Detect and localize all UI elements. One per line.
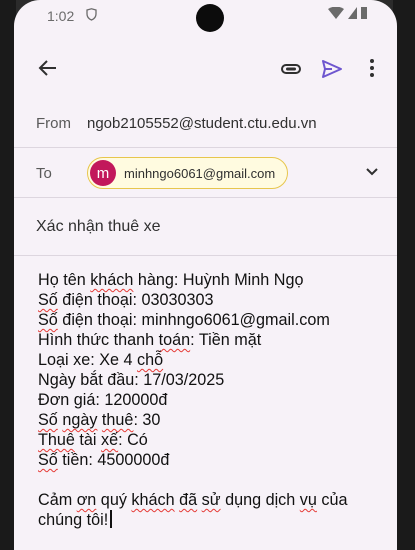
body-line: Loại xe: Xe 4 chỗ — [38, 351, 164, 369]
battery-icon — [361, 7, 367, 19]
status-time: 1:02 — [47, 8, 75, 24]
spellcheck-word[interactable]: toán — [159, 331, 191, 349]
spellcheck-word[interactable]: Số — [38, 311, 58, 329]
spellcheck-word[interactable]: Số — [38, 291, 58, 309]
expand-icon[interactable] — [365, 164, 379, 182]
subject-row[interactable]: Xác nhận thuê xe — [14, 198, 397, 256]
from-row: From ngob2105552@student.ctu.edu.vn — [14, 98, 397, 148]
body-line: Ngày bắt đầu: 17/03/2025 — [38, 371, 225, 389]
spellcheck-word[interactable]: chỗ — [137, 351, 163, 369]
send-icon[interactable] — [321, 59, 343, 84]
spellcheck-word[interactable]: Thuê — [38, 431, 75, 449]
body-line: Số tiền: 4500000đ — [38, 451, 170, 469]
recipient-chip[interactable]: m minhngo6061@gmail.com — [87, 157, 289, 189]
spellcheck-word[interactable]: vụ — [300, 491, 317, 509]
status-bar: 1:02 — [14, 0, 397, 38]
signal-icon — [348, 7, 357, 19]
body-line: chúng tôi! — [38, 510, 375, 530]
to-label: To — [36, 165, 52, 182]
body-line: Hình thức thanh toán: Tiền mặt — [38, 331, 262, 349]
spellcheck-word[interactable]: đã — [179, 491, 197, 509]
spellcheck-word[interactable]: khách — [90, 271, 133, 289]
spellcheck-word[interactable]: ơn — [77, 491, 97, 509]
vpn-icon — [86, 8, 97, 24]
subject-field[interactable]: Xác nhận thuê xe — [36, 218, 161, 236]
to-row: To m minhngo6061@gmail.com — [14, 148, 397, 198]
back-arrow-icon[interactable] — [38, 58, 58, 84]
text-cursor — [110, 510, 112, 528]
body-line: Cảm ơn quý khách đã sử dụng dịch vụ của — [38, 491, 348, 509]
body-line: Họ tên khách hàng: Huỳnh Minh Ngọ — [38, 271, 304, 289]
compose-toolbar — [14, 38, 397, 98]
more-vert-icon[interactable] — [369, 58, 375, 84]
body-line: Thuê tài xế: Có — [38, 431, 148, 449]
spellcheck-word[interactable]: Số — [38, 451, 58, 469]
spellcheck-word[interactable]: Số — [38, 411, 58, 429]
attachment-icon[interactable] — [280, 58, 302, 85]
recipient-avatar: m — [90, 160, 116, 186]
camera-cutout — [196, 4, 224, 32]
wifi-icon — [328, 7, 344, 19]
phone-screen: 1:02 From ngob2105552@student.ctu.edu.vn — [14, 0, 397, 550]
system-icons — [328, 7, 367, 19]
from-address[interactable]: ngob2105552@student.ctu.edu.vn — [87, 115, 317, 132]
body-line: Số ngày thuê: 30 — [38, 411, 161, 429]
body-line: Số điện thoại: 03030303 — [38, 291, 214, 309]
spellcheck-word[interactable]: sử — [202, 491, 221, 509]
spellcheck-word[interactable]: khách — [131, 491, 174, 509]
body-line: Số điện thoại: minhngo6061@gmail.com — [38, 311, 330, 329]
recipient-email: minhngo6061@gmail.com — [124, 165, 276, 181]
message-body[interactable]: Họ tên khách hàng: Huỳnh Minh Ngọ Số điệ… — [14, 256, 397, 530]
divider — [14, 255, 397, 256]
spellcheck-word[interactable]: ngày — [62, 411, 97, 429]
from-label: From — [36, 115, 71, 132]
spellcheck-word[interactable]: thuê — [102, 411, 134, 429]
spellcheck-word[interactable]: xế — [101, 431, 118, 449]
body-line: Đơn giá: 120000đ — [38, 391, 168, 409]
